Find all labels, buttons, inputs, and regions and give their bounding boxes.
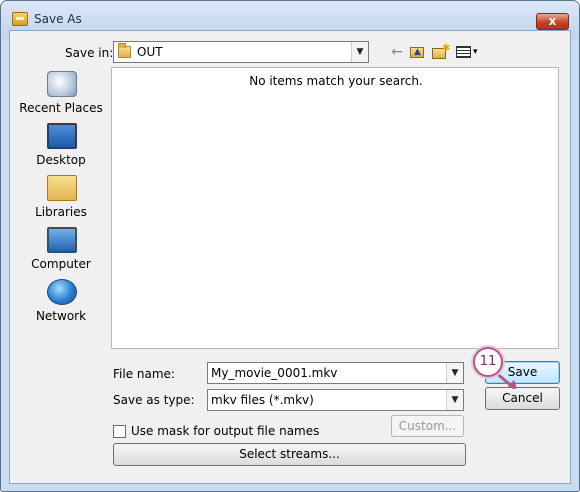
dialog-body: Save in: OUT ▼ ← ▲ ✱ ▾ Recent Places Des… xyxy=(9,30,571,484)
recent-places-icon xyxy=(47,71,77,97)
custom-button: Custom... xyxy=(391,415,464,437)
place-label: Recent Places xyxy=(19,101,103,115)
computer-icon xyxy=(47,227,77,253)
dialog-title: Save As xyxy=(34,12,82,26)
file-name-field[interactable]: My_movie_0001.mkv ▼ xyxy=(207,362,464,384)
save-in-dropdown[interactable]: OUT ▼ xyxy=(113,41,369,63)
place-label: Network xyxy=(35,309,87,323)
up-folder-button[interactable]: ▲ xyxy=(407,43,427,61)
use-mask-checkbox[interactable] xyxy=(113,425,126,438)
folder-icon xyxy=(118,43,131,58)
place-libraries[interactable]: Libraries xyxy=(15,173,107,223)
place-label: Libraries xyxy=(35,205,87,219)
file-list[interactable]: No items match your search. xyxy=(111,67,559,349)
save-as-type-label: Save as type: xyxy=(113,393,195,407)
use-mask-label: Use mask for output file names xyxy=(131,424,320,438)
place-label: Desktop xyxy=(36,153,86,167)
views-dropdown-icon: ▾ xyxy=(473,47,478,57)
up-arrow-icon: ▲ xyxy=(414,47,421,57)
network-icon xyxy=(47,279,77,305)
save-as-type-value: mkv files (*.mkv) xyxy=(211,393,314,407)
chevron-down-icon[interactable]: ▼ xyxy=(446,390,463,410)
select-streams-button[interactable]: Select streams... xyxy=(113,443,466,466)
views-menu-icon xyxy=(456,46,471,58)
step-callout-badge: 11 xyxy=(473,347,503,377)
place-recent-places[interactable]: Recent Places xyxy=(15,69,107,119)
empty-message: No items match your search. xyxy=(249,74,423,88)
cancel-button[interactable]: Cancel xyxy=(485,387,560,410)
dialog-app-icon xyxy=(12,12,28,26)
places-bar: Recent Places Desktop Libraries Computer… xyxy=(15,67,107,327)
place-network[interactable]: Network xyxy=(15,277,107,327)
libraries-icon xyxy=(47,175,77,201)
chevron-down-icon[interactable]: ▼ xyxy=(351,42,368,62)
place-computer[interactable]: Computer xyxy=(15,225,107,275)
views-menu-button[interactable]: ▾ xyxy=(454,43,482,61)
file-name-value: My_movie_0001.mkv xyxy=(211,366,338,380)
desktop-icon xyxy=(47,123,77,149)
back-button[interactable]: ← xyxy=(387,43,407,61)
save-in-value: OUT xyxy=(137,45,163,59)
close-button[interactable]: x xyxy=(536,13,569,30)
chevron-down-icon[interactable]: ▼ xyxy=(446,363,463,383)
save-in-label: Save in: xyxy=(65,46,114,60)
save-as-type-select[interactable]: mkv files (*.mkv) ▼ xyxy=(207,389,464,411)
sparkle-icon: ✱ xyxy=(442,43,451,54)
save-as-dialog: Save As x Save in: OUT ▼ ← ▲ ✱ ▾ Recent … xyxy=(0,0,580,492)
file-name-label: File name: xyxy=(113,367,175,381)
new-folder-button[interactable]: ✱ xyxy=(430,43,450,61)
place-label: Computer xyxy=(31,257,91,271)
place-desktop[interactable]: Desktop xyxy=(15,121,107,171)
